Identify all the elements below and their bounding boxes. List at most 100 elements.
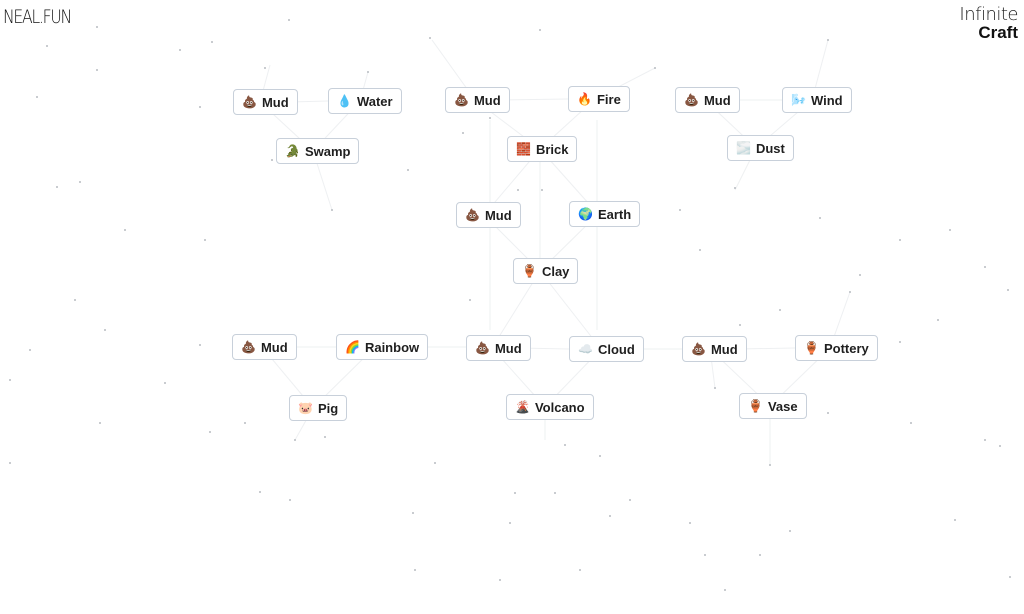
element-mud[interactable]: 💩 Mud (682, 336, 747, 362)
background-dot (331, 209, 333, 211)
background-dot (124, 229, 126, 231)
background-dot (714, 387, 716, 389)
element-label: Mud (260, 339, 288, 355)
background-dot (499, 579, 501, 581)
background-dot (367, 71, 369, 73)
connection-line (499, 98, 569, 101)
brick-icon: 🧱 (516, 142, 531, 156)
pile-of-poo-icon: 💩 (684, 93, 699, 107)
element-volcano[interactable]: 🌋 Volcano (506, 394, 594, 420)
background-dot (739, 324, 741, 326)
element-vase[interactable]: 🏺 Vase (739, 393, 807, 419)
background-dot (429, 37, 431, 39)
element-mud[interactable]: 💩 Mud (466, 335, 531, 361)
background-dot (324, 436, 326, 438)
element-mud[interactable]: 💩 Mud (456, 202, 521, 228)
element-label: Mud (703, 92, 731, 108)
background-dot (99, 422, 101, 424)
background-dot (541, 189, 543, 191)
element-swamp[interactable]: 🐊 Swamp (276, 138, 360, 164)
droplet-icon: 💧 (337, 94, 352, 108)
background-dot (29, 349, 31, 351)
background-dot (412, 512, 414, 514)
background-dot (564, 444, 566, 446)
element-label: Fire (596, 91, 621, 107)
element-dust[interactable]: 🌫️ Dust (727, 135, 794, 161)
element-cloud[interactable]: ☁️ Cloud (569, 336, 644, 362)
background-dot (199, 344, 201, 346)
element-label: Mud (261, 94, 289, 110)
background-dot (899, 239, 901, 241)
background-dot (849, 291, 851, 293)
background-dot (509, 522, 511, 524)
background-dot (434, 462, 436, 464)
crocodile-icon: 🐊 (285, 144, 300, 158)
element-fire[interactable]: 🔥 Fire (568, 86, 630, 112)
background-dot (779, 309, 781, 311)
element-mud[interactable]: 💩 Mud (233, 89, 298, 115)
background-dot (704, 554, 706, 556)
background-dot (264, 67, 266, 69)
element-brick[interactable]: 🧱 Brick (507, 136, 578, 162)
element-label: Wind (810, 92, 843, 108)
background-dot (654, 67, 656, 69)
background-dot (74, 299, 76, 301)
background-dot (164, 382, 166, 384)
background-dot (859, 274, 861, 276)
pig-face-icon: 🐷 (298, 401, 313, 415)
neal-fun-logo[interactable]: NEAL.FUN (3, 6, 72, 28)
background-dot (609, 515, 611, 517)
element-water[interactable]: 💧 Water (328, 88, 402, 114)
pile-of-poo-icon: 💩 (241, 340, 256, 354)
app-title-line1: Infinite (959, 4, 1018, 25)
globe-icon: 🌍 (578, 207, 593, 221)
element-pig[interactable]: 🐷 Pig (289, 395, 348, 421)
background-dot (199, 106, 201, 108)
background-dot (937, 319, 939, 321)
background-dot (699, 249, 701, 251)
background-dot (827, 412, 829, 414)
canvas-background[interactable] (0, 0, 1024, 614)
background-dot (734, 187, 736, 189)
element-label: Swamp (304, 143, 351, 159)
background-dot (96, 26, 98, 28)
background-dot (294, 439, 296, 441)
infinite-craft-logo: Infinite Craft (959, 6, 1018, 42)
element-mud[interactable]: 💩 Mud (675, 87, 740, 113)
background-dot (462, 132, 464, 134)
cloud-icon: ☁️ (578, 342, 593, 356)
background-dot (827, 39, 829, 41)
element-earth[interactable]: 🌍 Earth (569, 201, 641, 227)
background-dot (629, 499, 631, 501)
element-clay[interactable]: 🏺 Clay (513, 258, 579, 284)
element-rainbow[interactable]: 🌈 Rainbow (336, 334, 429, 360)
background-dot (209, 431, 211, 433)
rainbow-icon: 🌈 (345, 340, 360, 354)
amphora-icon: 🏺 (748, 399, 763, 413)
element-pottery[interactable]: 🏺 Pottery (795, 335, 878, 361)
background-dot (579, 569, 581, 571)
background-dot (9, 462, 11, 464)
background-dot (910, 422, 912, 424)
element-label: Mud (494, 340, 522, 356)
element-label: Pig (317, 400, 339, 416)
background-dot (1009, 576, 1011, 578)
background-dot (984, 266, 986, 268)
background-dot (288, 19, 290, 21)
element-label: Pottery (823, 340, 869, 356)
background-dot (984, 439, 986, 441)
fire-icon: 🔥 (577, 92, 592, 106)
background-dot (554, 492, 556, 494)
element-mud[interactable]: 💩 Mud (232, 334, 297, 360)
element-wind[interactable]: 🌬️ Wind (782, 87, 852, 113)
background-dot (759, 554, 761, 556)
background-dot (179, 49, 181, 51)
background-dot (96, 69, 98, 71)
background-dot (899, 341, 901, 343)
background-dot (259, 491, 261, 493)
amphora-icon: 🏺 (522, 264, 537, 278)
background-dot (514, 492, 516, 494)
element-mud[interactable]: 💩 Mud (445, 87, 510, 113)
element-label: Brick (535, 141, 569, 157)
element-label: Mud (710, 341, 738, 357)
